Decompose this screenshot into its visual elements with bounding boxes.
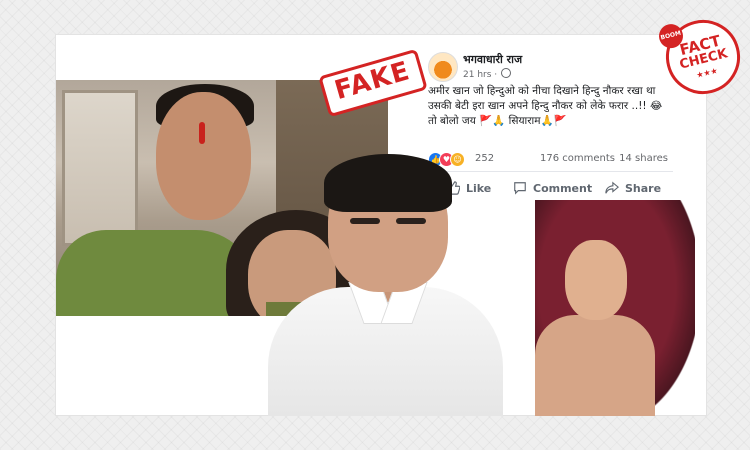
author-avatar[interactable] <box>428 52 458 82</box>
woman-photo <box>535 200 695 416</box>
man-photo <box>268 142 503 416</box>
shares-count[interactable]: 14 shares <box>619 153 668 164</box>
post-time[interactable]: 21 hrs · <box>463 68 512 80</box>
post-author[interactable]: भगवाधारी राज <box>463 52 522 67</box>
share-button[interactable]: Share <box>605 178 661 200</box>
post-time-text: 21 hrs · <box>463 70 498 80</box>
globe-icon <box>501 68 512 78</box>
comments-count[interactable]: 176 comments <box>540 153 615 164</box>
share-label: Share <box>625 182 662 195</box>
post-text: अमीर खान जो हिन्दुओ को नीचा दिखाने हिन्द… <box>428 85 663 127</box>
comment-button[interactable]: Comment <box>513 178 592 200</box>
comment-icon <box>514 182 526 195</box>
share-icon <box>605 181 620 194</box>
comment-label: Comment <box>533 182 593 195</box>
